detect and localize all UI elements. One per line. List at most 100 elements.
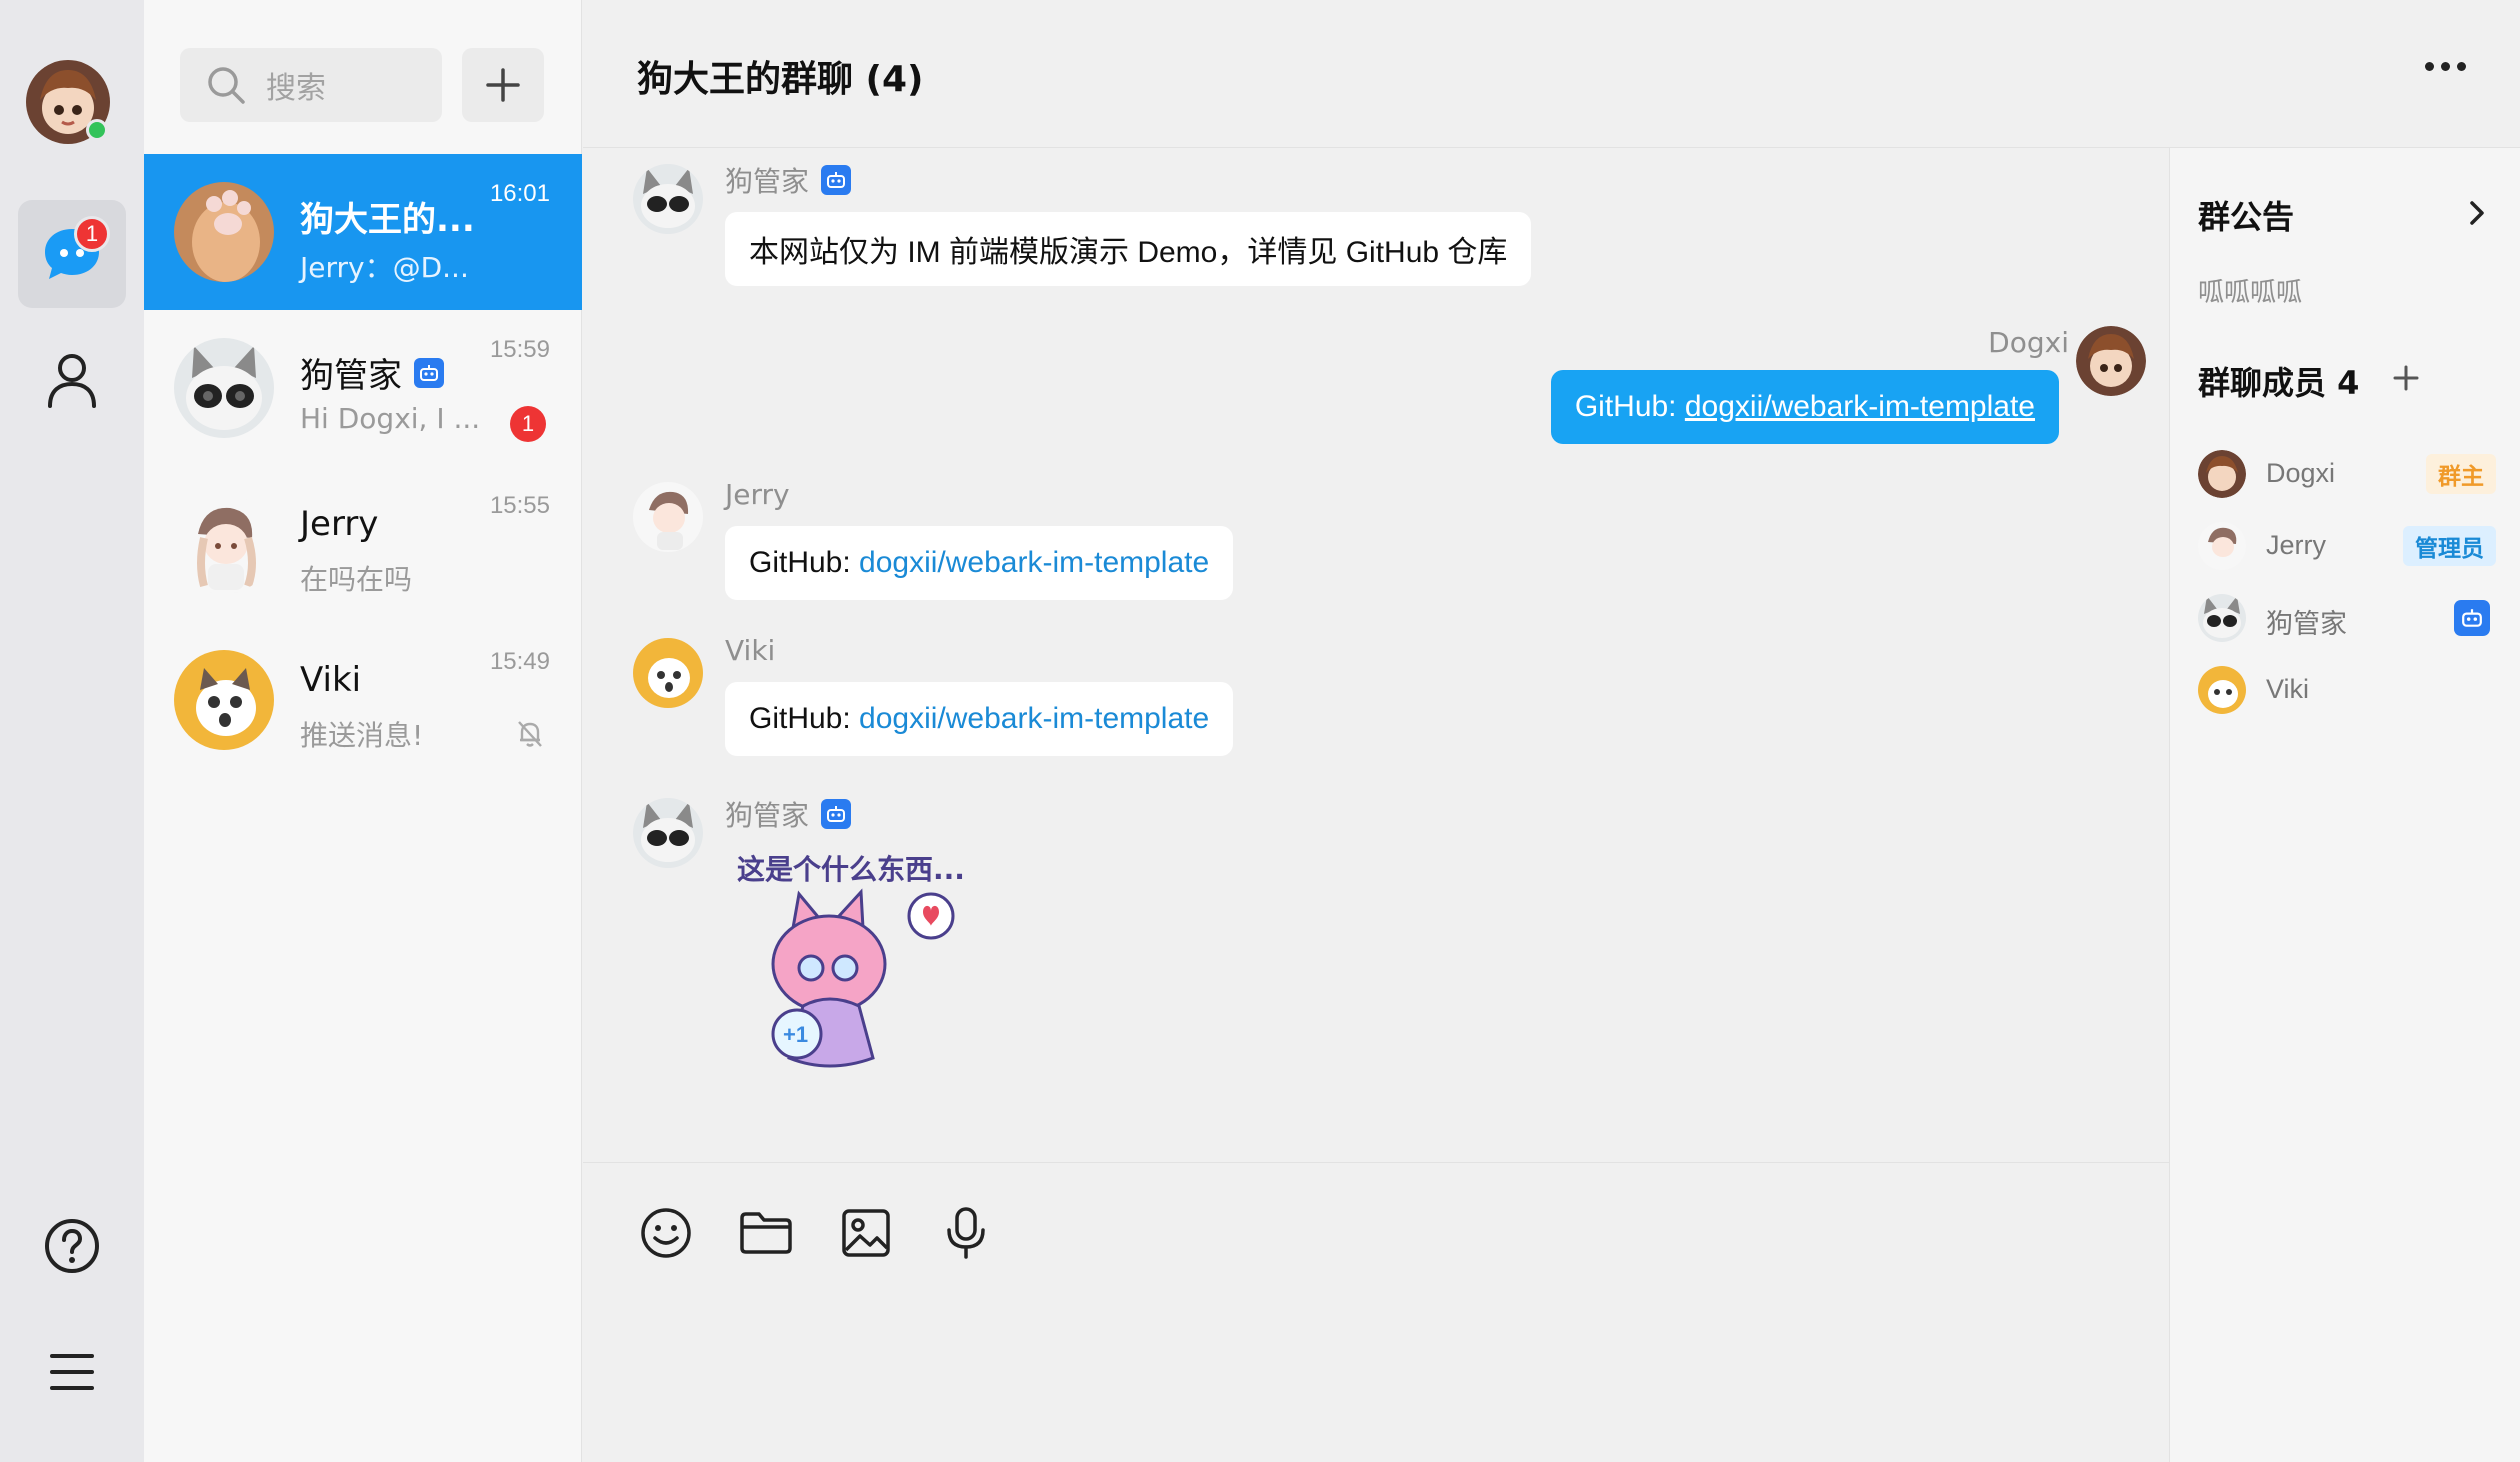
bot-badge-icon (2454, 600, 2490, 636)
message-sender: 狗管家 (725, 794, 852, 834)
message-avatar-bot[interactable] (633, 164, 703, 234)
help-circle-icon (45, 1219, 99, 1273)
conversation-item-bot[interactable]: 狗管家 15:59 Hi Dogxi, I ... 1 (144, 310, 582, 466)
more-dot-icon (2441, 62, 2450, 71)
sticker-image[interactable]: 这是个什么东西... +1 (733, 848, 965, 1078)
more-options-button[interactable] (2425, 62, 2466, 71)
search-icon (208, 67, 245, 104)
message-text: 本网站仅为 IM 前端模版演示 Demo，详情见 GitHub 仓库 (749, 236, 1508, 269)
emoji-button[interactable] (636, 1203, 696, 1263)
nav-messages-button[interactable] (18, 200, 126, 308)
conversation-name: Jerry (300, 504, 379, 544)
member-avatar (2198, 666, 2246, 714)
conversation-item-viki[interactable]: Viki 15:49 推送消息! (144, 622, 582, 778)
chat-header: 狗大王的群聊 (4) (583, 0, 2520, 148)
chat-title: 狗大王的群聊 (4) (637, 59, 924, 100)
conversation-preview: 在吗在吗 (300, 563, 413, 596)
plus-icon (486, 68, 520, 102)
nav-contacts-button[interactable] (18, 326, 126, 434)
image-icon (842, 1209, 890, 1257)
search-placeholder: 搜索 (266, 71, 326, 106)
member-item[interactable]: Viki (2198, 662, 2498, 718)
add-member-button[interactable] (2392, 364, 2420, 396)
conversation-time: 15:49 (489, 648, 550, 675)
conversation-preview: Hi Dogxi, I ... (300, 402, 481, 435)
member-item[interactable]: 狗管家 (2198, 590, 2498, 646)
message-sender: Viki (725, 634, 776, 667)
github-link[interactable]: dogxii/webark-im-template (1685, 390, 2035, 424)
github-link[interactable]: dogxii/webark-im-template (859, 546, 1209, 580)
conversation-name: Viki (300, 660, 362, 700)
menu-button[interactable] (18, 1318, 126, 1426)
conversation-name: 狗管家 (300, 348, 444, 397)
jerry-avatar (174, 494, 274, 594)
member-item[interactable]: Dogxi 群主 (2198, 446, 2498, 502)
anime-cat-girl-sticker-icon: +1 (771, 888, 955, 1068)
muted-bell-icon (514, 718, 546, 754)
bot-badge-icon (821, 165, 852, 195)
microphone-icon (947, 1207, 985, 1259)
user-icon (48, 354, 96, 408)
conversation-time: 15:59 (489, 336, 550, 363)
message-prefix: GitHub: (749, 546, 860, 579)
notice-title: 群公告 (2198, 198, 2295, 236)
sticker-caption: 这是个什么东西... (737, 853, 965, 886)
member-name: 狗管家 (2266, 609, 2347, 639)
notice-expand-button[interactable] (2468, 200, 2486, 230)
left-nav: 1 (0, 0, 144, 1462)
message-bubble[interactable]: GitHub: dogxii/webark-im-template (725, 682, 1234, 756)
bot-avatar (174, 338, 274, 438)
member-avatar (2198, 522, 2246, 570)
messages-badge: 1 (74, 216, 110, 252)
folder-icon (740, 1212, 792, 1254)
group-avatar (174, 182, 274, 282)
bot-badge-icon (821, 799, 852, 829)
message-avatar-viki[interactable] (633, 638, 703, 708)
add-conversation-button[interactable] (462, 48, 544, 122)
message-bubble[interactable]: GitHub: dogxii/webark-im-template (725, 526, 1234, 600)
message-prefix: GitHub: (1574, 390, 1685, 423)
member-name: Jerry (2266, 530, 2326, 560)
voice-button[interactable] (936, 1203, 996, 1263)
conversation-time: 16:01 (489, 180, 550, 207)
more-dot-icon (2425, 62, 2434, 71)
message-bubble-mine[interactable]: GitHub: dogxii/webark-im-template (1550, 370, 2059, 444)
conversation-time: 15:55 (489, 492, 550, 519)
admin-badge: 管理员 (2403, 526, 2496, 566)
conversation-item-group[interactable]: 狗大王的... 16:01 Jerry：@D... (144, 154, 582, 310)
conversation-name: 狗大王的... (300, 200, 475, 240)
message-list: 狗管家 本网站仅为 IM 前端模版演示 Demo，详情见 GitHub 仓库 D… (583, 148, 2169, 1162)
more-dot-icon (2457, 62, 2466, 71)
online-status-dot (86, 119, 108, 141)
message-sender: Jerry (725, 478, 790, 511)
github-link[interactable]: dogxii/webark-im-template (859, 702, 1209, 736)
viki-avatar (174, 650, 274, 750)
message-prefix: GitHub: (749, 702, 860, 735)
unread-badge: 1 (510, 406, 546, 442)
plus-icon (2393, 365, 2419, 391)
image-button[interactable] (836, 1203, 896, 1263)
message-avatar-jerry[interactable] (633, 482, 703, 552)
bot-badge-icon (414, 357, 444, 388)
message-composer[interactable] (583, 1162, 2169, 1462)
members-title: 群聊成员 4 (2198, 364, 2360, 402)
message-sender: 狗管家 (725, 160, 852, 200)
search-input[interactable]: 搜索 (180, 48, 442, 122)
message-avatar-dogxi[interactable] (2076, 326, 2146, 396)
member-avatar (2198, 450, 2246, 498)
group-info-panel: 群公告 呱呱呱呱 群聊成员 4 Dogxi 群主 Jerry 管理员 狗管家 V… (2169, 148, 2520, 1462)
member-name: Dogxi (2266, 458, 2336, 488)
message-bubble[interactable]: 本网站仅为 IM 前端模版演示 Demo，详情见 GitHub 仓库 (725, 212, 1532, 286)
file-button[interactable] (736, 1203, 796, 1263)
member-avatar (2198, 594, 2246, 642)
owner-badge: 群主 (2426, 454, 2496, 494)
hamburger-menu-icon (50, 1354, 94, 1390)
conversation-item-jerry[interactable]: Jerry 15:55 在吗在吗 (144, 466, 582, 622)
message-sender: Dogxi (1988, 326, 2069, 359)
help-button[interactable] (18, 1192, 126, 1300)
conversation-list: 搜索 狗大王的... 16:01 Jerry：@D... 狗管家 15:59 H… (144, 0, 582, 1462)
conversation-preview: 推送消息! (300, 719, 424, 752)
member-item[interactable]: Jerry 管理员 (2198, 518, 2498, 574)
svg-text:+1: +1 (783, 1022, 808, 1047)
message-avatar-bot[interactable] (633, 798, 703, 868)
